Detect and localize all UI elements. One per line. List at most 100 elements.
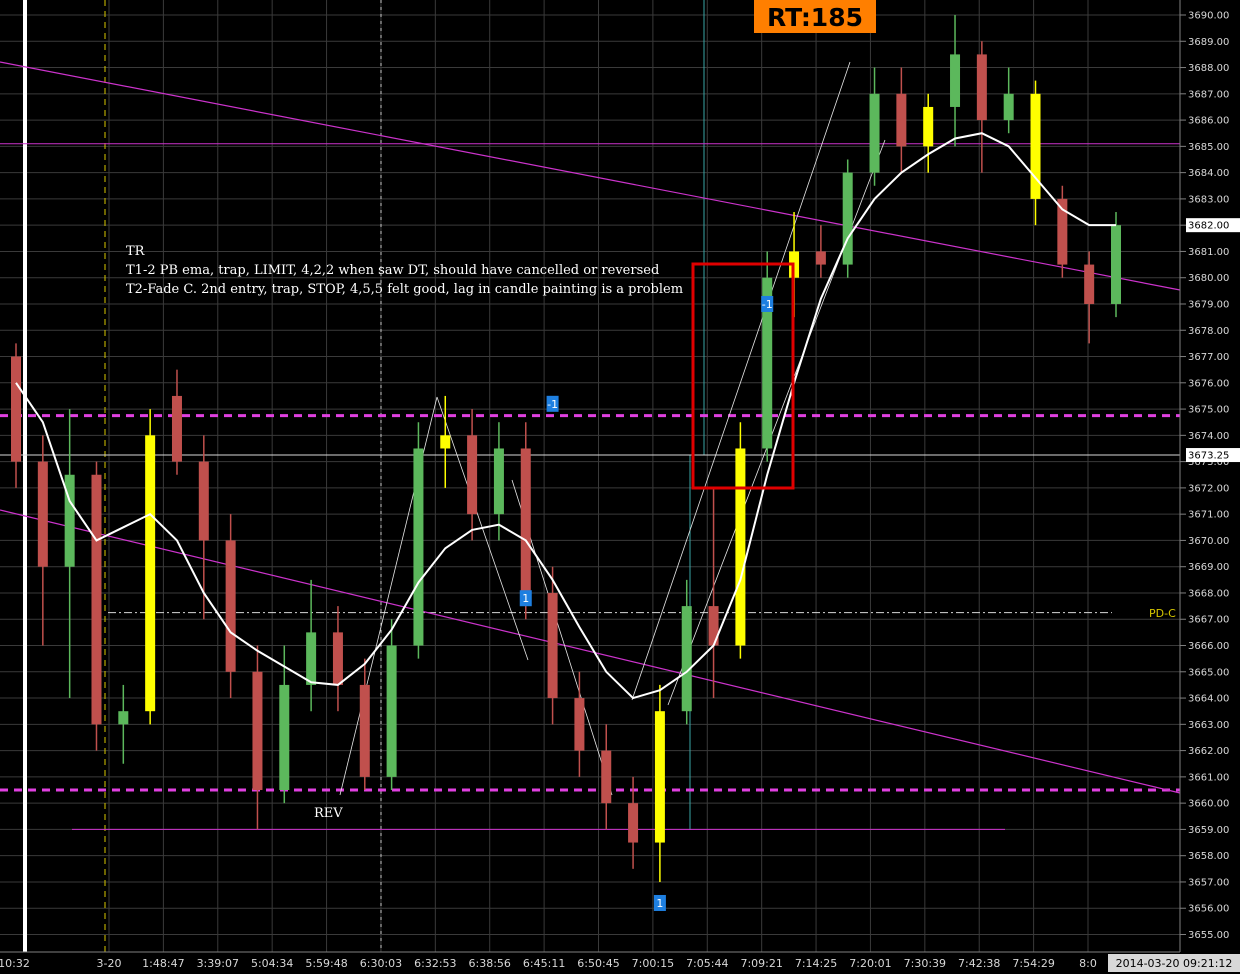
candle-body <box>118 711 129 725</box>
trade-marker-label: 1 <box>656 897 663 910</box>
candle-body <box>171 395 182 462</box>
price-label: 3690.00 <box>1188 11 1229 22</box>
price-label: 3689.00 <box>1188 37 1229 48</box>
candle-body <box>306 632 317 685</box>
rev-label: REV <box>314 806 343 821</box>
price-label: 3677.00 <box>1188 352 1229 363</box>
candle-body <box>11 356 21 462</box>
rt-badge-text: RT:185 <box>767 3 863 32</box>
candle-body <box>91 474 102 725</box>
price-label: 3671.00 <box>1188 510 1229 521</box>
candle <box>91 461 102 751</box>
notes-title: TR <box>126 244 146 259</box>
price-axis[interactable]: 3690.00 3689.00 3688.00 3687.00 3686.00 3685.… <box>1179 0 1240 952</box>
candle-body <box>654 711 665 843</box>
candle-body <box>547 592 558 699</box>
price-label: 3683.00 <box>1188 194 1229 205</box>
trade-marker-label: -1 <box>547 398 558 411</box>
price-label: 3687.00 <box>1188 89 1229 100</box>
candle-body <box>923 106 934 147</box>
candle-body <box>520 448 531 593</box>
candle <box>225 514 236 699</box>
price-label: 3674.00 <box>1188 431 1229 442</box>
time-label: 7:00:15 <box>632 957 674 970</box>
trade-marker: 1 <box>653 894 666 911</box>
price-label: 3661.00 <box>1188 772 1229 783</box>
price-label: 3686.00 <box>1188 116 1229 127</box>
price-label: 3685.00 <box>1188 142 1229 153</box>
candle-body <box>976 54 987 121</box>
time-label: 7:20:01 <box>849 957 891 970</box>
trade-marker: 1 <box>519 590 532 607</box>
candle-body <box>359 684 370 777</box>
candle <box>413 422 424 659</box>
candle-body <box>1111 225 1121 304</box>
time-label: 7:09:21 <box>740 957 782 970</box>
candle-body <box>440 435 451 449</box>
price-label: 3678.00 <box>1188 326 1229 337</box>
pdc-label: PD-C <box>1149 607 1176 620</box>
time-label: 6:50:45 <box>577 957 619 970</box>
time-label: 5:59:48 <box>305 957 347 970</box>
price-label: 3662.00 <box>1188 746 1229 757</box>
price-label: 3655.00 <box>1188 930 1229 941</box>
price-label: 3669.00 <box>1188 562 1229 573</box>
datetime-label: 2014-03-20 09:21:12 <box>1116 957 1233 970</box>
candle-body <box>145 435 156 712</box>
candle-body <box>386 645 397 777</box>
time-label: 3-20 <box>97 957 122 970</box>
price-label: 3659.00 <box>1188 825 1229 836</box>
price-label: 3688.00 <box>1188 63 1229 74</box>
time-label: 8:0 <box>1079 957 1097 970</box>
candle-body <box>225 540 236 672</box>
price-label: 3675.00 <box>1188 405 1229 416</box>
time-axis[interactable]: 2014-03-20 09:21:12 10:32 3-20 1:48:47 3:39… <box>0 951 1240 974</box>
time-label: 6:45:11 <box>523 957 565 970</box>
time-label: 7:30:39 <box>904 957 946 970</box>
candle-body <box>332 632 343 685</box>
candle <box>1111 212 1121 318</box>
time-label: 1:48:47 <box>142 957 184 970</box>
notes-line-2: T2-Fade C. 2nd entry, trap, STOP, 4,5,5 … <box>126 282 683 297</box>
price-label: 3672.00 <box>1188 483 1229 494</box>
candle-body <box>735 448 746 646</box>
price-label: 3665.00 <box>1188 667 1229 678</box>
time-label: 7:54:29 <box>1012 957 1054 970</box>
candle <box>842 159 853 278</box>
candle-body <box>681 606 692 712</box>
candle-body <box>574 698 585 751</box>
candle-body <box>1084 264 1095 304</box>
price-label: 3670.00 <box>1188 536 1229 547</box>
price-label: 3663.00 <box>1188 720 1229 731</box>
candle-body <box>252 671 263 791</box>
price-label: 3657.00 <box>1188 877 1229 888</box>
candle-body <box>279 684 290 791</box>
time-label: 6:32:53 <box>414 957 456 970</box>
candle <box>735 422 746 659</box>
rt-badge: RT:185 <box>754 0 876 33</box>
candle-body <box>601 750 612 804</box>
time-label: 7:42:38 <box>958 957 1000 970</box>
price-label: 3658.00 <box>1188 851 1229 862</box>
candle <box>520 422 531 620</box>
price-value-label: 3682.00 <box>1188 221 1229 232</box>
candle-body <box>1003 93 1014 121</box>
candle-body <box>628 803 639 843</box>
time-label: 7:05:44 <box>686 957 728 970</box>
trade-marker: -1 <box>761 295 774 312</box>
time-label: 5:04:34 <box>251 957 293 970</box>
candle-body <box>198 461 209 541</box>
candle-body <box>869 93 880 173</box>
candle <box>1057 185 1068 278</box>
price-label: 3680.00 <box>1188 273 1229 284</box>
price-label: 3656.00 <box>1188 904 1229 915</box>
time-label: 3:39:07 <box>197 957 239 970</box>
candle <box>145 409 156 725</box>
time-label: 6:30:03 <box>360 957 402 970</box>
candle-body <box>413 448 424 646</box>
price-label: 3668.00 <box>1188 588 1229 599</box>
notes-line-1: T1-2 PB ema, trap, LIMIT, 4,2,2 when saw… <box>126 263 659 278</box>
price-chart[interactable]: -1 1 1 -1 TR T1-2 PB ema, trap, LIMIT, 4,2,… <box>0 0 1240 974</box>
candle-body <box>815 251 826 265</box>
trade-marker-label: -1 <box>762 298 773 311</box>
